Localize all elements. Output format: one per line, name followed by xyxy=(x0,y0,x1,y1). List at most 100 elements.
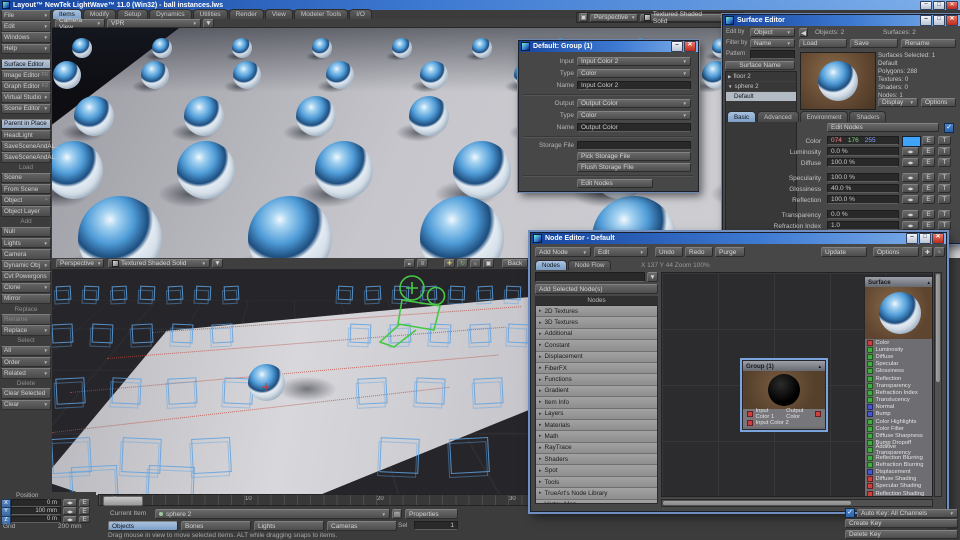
sidebar-item-object-layer[interactable]: Object Layer xyxy=(1,206,51,217)
prop-value-field[interactable]: 100.0 % xyxy=(827,195,899,204)
node-category-3d-textures[interactable]: ▸3D Textures xyxy=(536,317,657,328)
name-field[interactable]: Output Color xyxy=(577,123,691,132)
minimize-icon[interactable]: ‒ xyxy=(906,233,918,244)
edit-by-dropdown[interactable]: Object▼ xyxy=(750,28,795,37)
item-type-lights[interactable]: Lights xyxy=(254,521,324,531)
position-x-field[interactable]: 0 m xyxy=(11,499,61,507)
collapse-icon[interactable]: ▲ xyxy=(927,280,931,285)
viewport-layout-icon[interactable]: ▣ xyxy=(579,13,588,22)
node-category-displacement[interactable]: ▸Displacement xyxy=(536,352,657,363)
mini-stepper[interactable]: ◀▶ xyxy=(902,195,919,204)
node-category-fiberfx[interactable]: ▸FiberFX xyxy=(536,363,657,374)
view-type-dropdown[interactable]: Perspective▼ xyxy=(590,14,638,22)
surface-port-refraction-index[interactable]: Refraction Index xyxy=(865,389,933,396)
sidebar-item-image-editor[interactable]: Image EditorF6 xyxy=(1,70,51,81)
maximize-viewport-icon[interactable]: ▣ xyxy=(483,259,494,268)
texture-button[interactable]: T xyxy=(938,147,951,156)
expand-arrow-icon[interactable]: ▸ xyxy=(539,377,542,383)
expand-arrow-icon[interactable]: ▸ xyxy=(539,456,542,462)
hscroll-thumb[interactable] xyxy=(663,501,851,505)
texture-button[interactable]: T xyxy=(938,158,951,167)
prop-value-field[interactable]: 0.0 % xyxy=(827,210,899,219)
item-type-bones[interactable]: Bones xyxy=(181,521,251,531)
surface-port-specular-shading[interactable]: Specular Shading xyxy=(865,483,933,490)
sidebar-item-scene-editor[interactable]: Scene Editor▼ xyxy=(1,104,51,115)
tree-arrow-icon[interactable]: ▼ xyxy=(728,84,732,89)
edit-dropdown[interactable]: Edit▼ xyxy=(594,247,648,257)
sidebar-item-dynamic-obj[interactable]: Dynamic Obj▼ xyxy=(1,260,51,271)
expand-arrow-icon[interactable]: ▸ xyxy=(539,490,542,496)
prop-value-field[interactable]: 0.0 % xyxy=(827,147,899,156)
node-editor-titlebar[interactable]: Node Editor - Default ‒ □ ✕ xyxy=(531,233,946,244)
envelope-button[interactable]: E xyxy=(922,195,935,204)
camera-select-icon[interactable] xyxy=(404,259,415,268)
envelope-button[interactable]: E xyxy=(922,158,935,167)
minimize-icon[interactable]: ‒ xyxy=(920,15,932,26)
tab-view[interactable]: View xyxy=(265,9,293,19)
expand-arrow-icon[interactable]: ▸ xyxy=(539,411,542,417)
input-port-input-color-1[interactable]: Input Color 1 xyxy=(745,410,784,417)
expand-arrow-icon[interactable]: ▸ xyxy=(539,331,542,337)
node-canvas[interactable]: Group (1)▲ Input Color 1Output ColorInpu… xyxy=(661,272,933,497)
sidebar-item-parent-in-place[interactable]: Parent in Place xyxy=(1,119,51,130)
surface-port-diffuse-shading[interactable]: Diffuse Shading xyxy=(865,476,933,483)
name-field[interactable]: Input Color 2 xyxy=(577,81,691,90)
edit-nodes-button[interactable]: Edit Nodes xyxy=(577,179,653,188)
expand-arrow-icon[interactable]: ▸ xyxy=(539,479,542,485)
surface-node[interactable]: Surface▲ ColorLuminosityDiffuseSpecularG… xyxy=(864,276,933,497)
expand-arrow-icon[interactable]: ▸ xyxy=(539,468,542,474)
auto-key-checkbox[interactable]: ✓ xyxy=(845,508,855,518)
prop-value-field[interactable]: 1.0 xyxy=(827,221,899,230)
sidebar-item-related[interactable]: Related▼ xyxy=(1,368,51,379)
sidebar-item-windows[interactable]: Windows▼ xyxy=(1,32,51,43)
node-category-shaders[interactable]: ▸Shaders xyxy=(536,454,657,465)
canvas-vscrollbar[interactable] xyxy=(934,272,942,497)
mini-stepper[interactable]: ◀▶ xyxy=(902,173,919,182)
close-icon[interactable]: ✕ xyxy=(932,233,944,244)
sidebar-item-clear-selected[interactable]: Clear Selected xyxy=(1,388,51,399)
expand-arrow-icon[interactable]: ▸ xyxy=(539,422,542,428)
collapse-icon[interactable]: ▲ xyxy=(818,364,822,369)
node-category-additional[interactable]: ▸Additional xyxy=(536,329,657,340)
surface-port-refraction-blurring[interactable]: Refraction Blurring xyxy=(865,461,933,468)
sidebar-item-help[interactable]: Help▼ xyxy=(1,44,51,55)
texture-button[interactable]: T xyxy=(938,210,951,219)
surface-list-item-floor-2[interactable]: ▶floor 2 xyxy=(726,72,796,82)
pick-storage-file-button[interactable]: Pick Storage File xyxy=(577,152,691,161)
viewport-options-dropdown[interactable]: ▼ xyxy=(212,259,223,268)
envelope-button-z[interactable]: E xyxy=(79,516,90,524)
surface-port-color[interactable]: Color xyxy=(865,339,933,346)
delete-key-button[interactable]: Delete Key xyxy=(845,530,958,539)
envelope-button-x[interactable]: E xyxy=(79,499,90,507)
prop-value-field[interactable]: 100.0 % xyxy=(827,158,899,167)
maximize-icon[interactable]: □ xyxy=(919,233,931,244)
position-y-field[interactable]: 100 mm xyxy=(11,507,61,515)
edit-nodes-button[interactable]: Edit Nodes xyxy=(827,123,939,132)
surface-port-color-filter[interactable]: Color Filter xyxy=(865,425,933,432)
frame-slider-handle[interactable] xyxy=(103,496,143,506)
output-port-output-color[interactable]: Output Color xyxy=(784,410,823,417)
auto-key-dropdown[interactable]: Auto Key: All Channels▼ xyxy=(857,509,958,518)
tab-i-o[interactable]: I/O xyxy=(349,9,372,19)
surface-tab-advanced[interactable]: Advanced xyxy=(757,111,799,122)
surface-port-reflection-shading[interactable]: Reflection Shading xyxy=(865,490,933,497)
sidebar-item-graph-editor[interactable]: Graph EditorF2 xyxy=(1,81,51,92)
prop-value-field[interactable]: 40.0 % xyxy=(827,184,899,193)
expand-arrow-icon[interactable]: ▸ xyxy=(539,320,542,326)
sidebar-item-edit[interactable]: Edit▼ xyxy=(1,21,51,32)
stepper-z[interactable]: ◀▶ xyxy=(63,516,77,524)
sidebar-item-all[interactable]: All▼ xyxy=(1,346,51,357)
surface-list-item-default[interactable]: Default xyxy=(726,92,796,101)
node-category-tools[interactable]: ▸Tools xyxy=(536,477,657,488)
envelope-button-y[interactable]: E xyxy=(79,507,90,515)
node-category-constant[interactable]: ▸Constant xyxy=(536,340,657,351)
surface-port-normal[interactable]: Normal xyxy=(865,404,933,411)
purge-button[interactable]: Purge xyxy=(715,247,745,257)
search-options-button[interactable]: ▼ xyxy=(647,272,658,282)
input-port-input-color-2[interactable]: Input Color 2 xyxy=(745,419,791,426)
group-node[interactable]: Group (1)▲ Input Color 1Output ColorInpu… xyxy=(742,360,826,430)
prop-value-field[interactable]: 074176255 xyxy=(827,136,899,145)
node-editor-tab-node-flow[interactable]: Node Flow xyxy=(568,260,612,270)
rename-button[interactable]: Rename xyxy=(901,39,956,48)
tab-render[interactable]: Render xyxy=(229,9,264,19)
